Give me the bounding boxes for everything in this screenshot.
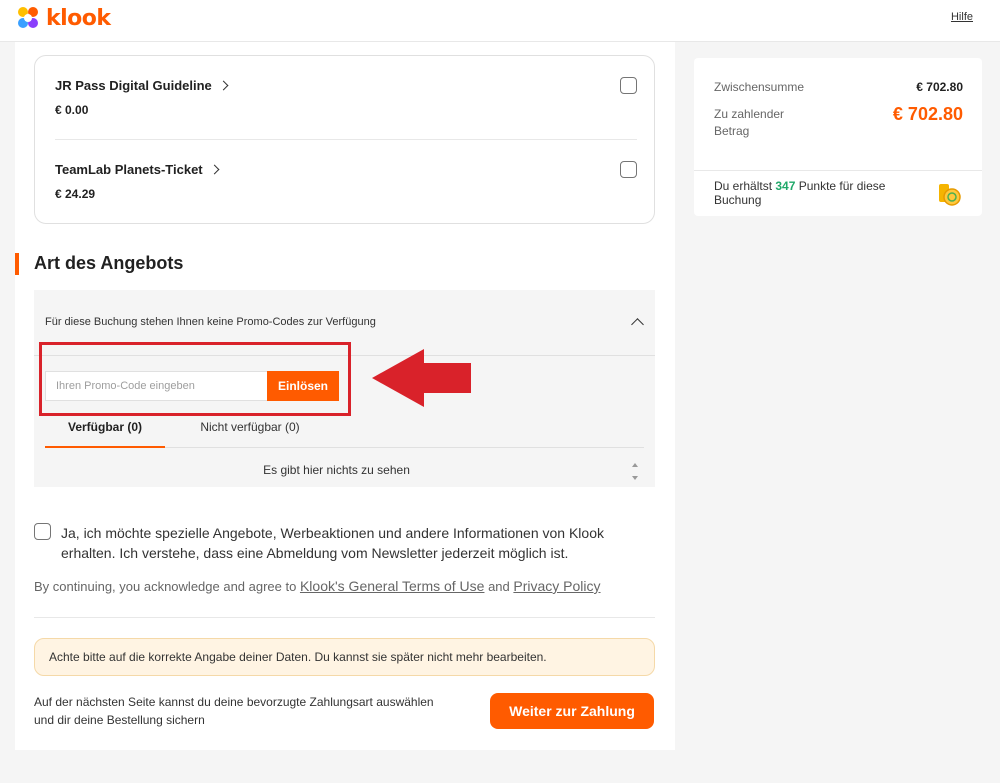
divider [55,139,637,140]
logo-text: klook [46,5,111,31]
terms-text: By continuing, you acknowledge and agree… [34,578,601,594]
subtotal-value: € 702.80 [916,80,963,94]
addon-title: JR Pass Digital Guideline [55,78,212,93]
terms-of-use-link[interactable]: Klook's General Terms of Use [300,578,485,594]
addon-title-link[interactable]: TeamLab Planets-Ticket [55,162,220,177]
terms-and: and [484,579,514,594]
top-bar: klook Hilfe [0,0,1000,42]
empty-state-text: Es gibt hier nichts zu sehen [263,463,410,477]
subtotal-label: Zwischensumme [714,80,805,94]
addon-title-link[interactable]: JR Pass Digital Guideline [55,78,229,93]
section-title: Art des Angebots [34,253,184,273]
terms-prefix: By continuing, you acknowledge and agree… [34,579,300,594]
tab-unavailable[interactable]: Nicht verfügbar (0) [185,420,315,448]
addon-row: JR Pass Digital Guideline € 0.00 [55,70,637,140]
addon-row: TeamLab Planets-Ticket € 24.29 [55,154,637,224]
points-prefix: Du erhältst [714,179,776,193]
divider [34,617,655,618]
divider [694,170,982,171]
points-value: 347 [775,179,796,193]
addon-title: TeamLab Planets-Ticket [55,162,203,177]
scroll-down-icon[interactable] [632,476,638,480]
chevron-right-icon [218,80,229,91]
addons-box: JR Pass Digital Guideline € 0.00 TeamLab… [34,55,655,224]
promo-tabs: Verfügbar (0) Nicht verfügbar (0) [45,416,644,448]
addon-price: € 0.00 [55,103,89,117]
section-accent-bar [15,253,19,275]
amount-due-value: € 702.80 [892,104,963,124]
chevron-up-icon[interactable] [631,318,644,331]
privacy-policy-link[interactable]: Privacy Policy [513,578,600,594]
points-info: Du erhältst 347 Punkte für diese Buchung [714,179,914,207]
coins-icon [939,184,961,206]
scrollbar[interactable] [632,463,640,483]
tab-available[interactable]: Verfügbar (0) [45,420,165,448]
amount-due-label: Zu zahlender Betrag [714,107,785,138]
next-page-info: Auf der nächsten Seite kannst du deine b… [34,695,434,727]
help-link[interactable]: Hilfe [951,11,973,23]
warning-banner: Achte bitte auf die korrekte Angabe dein… [34,638,655,676]
scroll-up-icon[interactable] [632,463,638,467]
price-summary-card: Zwischensumme € 702.80 Zu zahlender Betr… [694,58,982,216]
addon-checkbox[interactable] [620,161,637,178]
annotation-arrow-icon [372,349,471,407]
annotation-highlight-box [39,342,351,416]
promo-header-text[interactable]: Für diese Buchung stehen Ihnen keine Pro… [45,316,376,328]
addon-price: € 24.29 [55,187,96,201]
klook-logo-icon [18,7,38,28]
newsletter-text: Ja, ich möchte spezielle Angebote, Werbe… [61,525,604,561]
addon-checkbox[interactable] [620,77,637,94]
continue-to-payment-button[interactable]: Weiter zur Zahlung [490,693,654,729]
klook-logo[interactable]: klook [14,4,111,32]
newsletter-checkbox[interactable] [34,523,51,540]
chevron-right-icon [209,164,220,175]
